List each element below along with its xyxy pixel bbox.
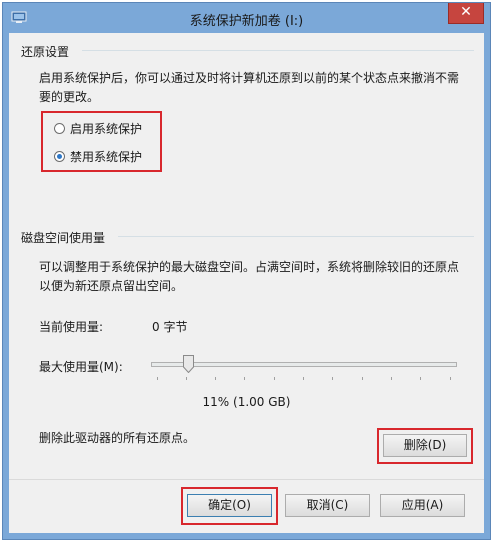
restore-description-line2: 要的更改。	[39, 90, 100, 104]
slider-tick	[450, 377, 451, 380]
max-usage-readout: 11% (1.00 GB)	[202, 395, 291, 409]
slider-tick	[157, 377, 158, 380]
disk-description-line2: 以便为新还原点留出空间。	[39, 279, 184, 293]
current-usage-label: 当前使用量:	[39, 320, 104, 334]
slider-tick	[362, 377, 363, 380]
radio-indicator-checked	[54, 151, 65, 162]
group-divider	[82, 50, 474, 51]
footer-separator	[9, 479, 484, 480]
disable-protection-radio[interactable]: 禁用系统保护	[54, 148, 142, 165]
slider-thumb[interactable]	[183, 355, 194, 373]
delete-description: 删除此驱动器的所有还原点。	[39, 431, 196, 445]
slider-tick	[303, 377, 304, 380]
slider-tick	[244, 377, 245, 380]
title-bar[interactable]: 系统保护新加卷 (I:) ✕	[3, 3, 490, 33]
restore-description-line1: 启用系统保护后，你可以通过及时将计算机还原到以前的某个状态点来撤消不需	[39, 71, 460, 85]
slider-tick	[186, 377, 187, 380]
disk-usage-label: 磁盘空间使用量	[21, 231, 106, 245]
cancel-button[interactable]: 取消(C)	[285, 494, 370, 517]
close-button[interactable]: ✕	[448, 3, 484, 24]
current-usage-value: 0 字节	[152, 320, 188, 334]
dialog-window: 系统保护新加卷 (I:) ✕ 还原设置 启用系统保护后，你可以通过及时将计算机还…	[2, 2, 491, 540]
slider-tick	[332, 377, 333, 380]
slider-tick	[420, 377, 421, 380]
slider-tick	[215, 377, 216, 380]
disk-description-line1: 可以调整用于系统保护的最大磁盘空间。占满空间时，系统将删除较旧的还原点	[39, 260, 460, 274]
restore-settings-label: 还原设置	[21, 45, 70, 59]
enable-protection-label: 启用系统保护	[70, 122, 143, 136]
window-title: 系统保护新加卷 (I:)	[189, 14, 304, 29]
radio-indicator	[54, 123, 65, 134]
slider-track	[151, 362, 457, 367]
slider-tick	[391, 377, 392, 380]
ok-button[interactable]: 确定(O)	[187, 494, 272, 517]
max-usage-label: 最大使用量(M):	[39, 360, 123, 374]
max-usage-slider[interactable]	[151, 353, 457, 383]
apply-button[interactable]: 应用(A)	[380, 494, 465, 517]
delete-button[interactable]: 删除(D)	[383, 434, 467, 457]
enable-protection-radio[interactable]: 启用系统保护	[54, 120, 142, 137]
disable-protection-label: 禁用系统保护	[70, 150, 143, 164]
dialog-content: 还原设置 启用系统保护后，你可以通过及时将计算机还原到以前的某个状态点来撤消不需…	[9, 33, 484, 533]
group-divider	[118, 236, 474, 237]
slider-tick	[274, 377, 275, 380]
